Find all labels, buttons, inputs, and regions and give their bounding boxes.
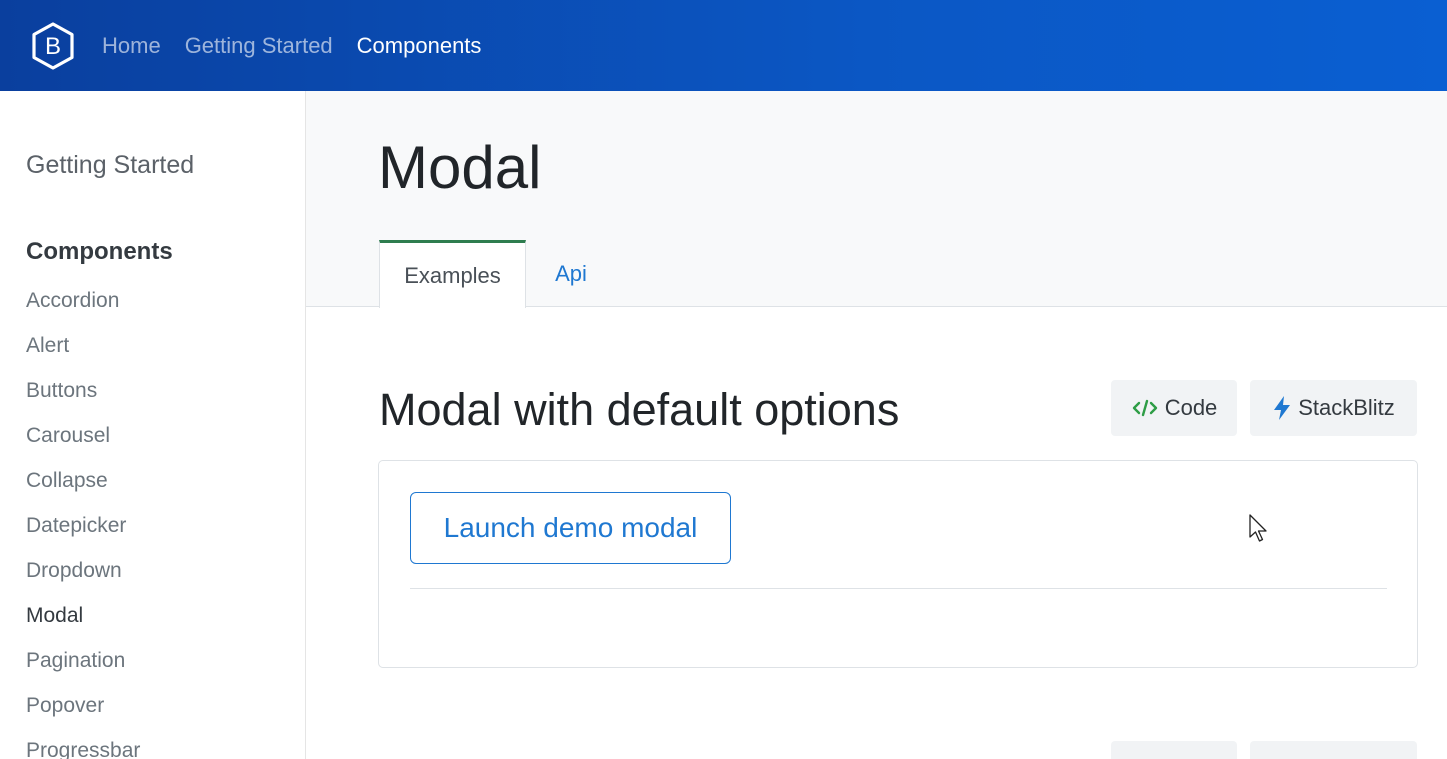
lightning-bolt-icon: [1272, 395, 1292, 421]
section-title: Modal with default options: [379, 384, 900, 435]
nav-link-home[interactable]: Home: [102, 33, 161, 59]
demo-card: Launch demo modal: [378, 460, 1418, 668]
next-section-title-partial: [379, 738, 979, 759]
sidebar-item-modal[interactable]: Modal: [26, 601, 140, 646]
page-title: Modal: [378, 134, 542, 201]
stackblitz-button-label: StackBlitz: [1298, 395, 1395, 420]
stackblitz-button[interactable]: StackBlitz: [1250, 380, 1417, 436]
card-divider: [410, 588, 1387, 589]
sidebar-list: Accordion Alert Buttons Carousel Collaps…: [26, 286, 140, 759]
launch-demo-modal-button[interactable]: Launch demo modal: [410, 492, 731, 564]
nav-link-components[interactable]: Components: [357, 33, 482, 59]
nav-link-getting-started[interactable]: Getting Started: [185, 33, 333, 59]
sidebar-item-progressbar[interactable]: Progressbar: [26, 736, 140, 759]
sidebar-item-pagination[interactable]: Pagination: [26, 646, 140, 691]
page-header: Modal Examples Api: [306, 91, 1447, 308]
code-brackets-icon: [1131, 398, 1159, 418]
tab-examples[interactable]: Examples: [379, 240, 526, 308]
sidebar-item-dropdown[interactable]: Dropdown: [26, 556, 140, 601]
sidebar-item-alert[interactable]: Alert: [26, 331, 140, 376]
svg-text:B: B: [45, 33, 61, 60]
sidebar-item-datepicker[interactable]: Datepicker: [26, 511, 140, 556]
sidebar-heading-components: Components: [26, 238, 173, 265]
sidebar-item-buttons[interactable]: Buttons: [26, 376, 140, 421]
bootstrap-logo-icon[interactable]: B: [28, 21, 78, 71]
top-navbar: B Home Getting Started Components: [0, 0, 1447, 91]
tab-api[interactable]: Api: [536, 240, 606, 308]
sidebar-item-popover[interactable]: Popover: [26, 691, 140, 736]
next-code-button-partial[interactable]: [1111, 741, 1237, 759]
sidebar-item-accordion[interactable]: Accordion: [26, 286, 140, 331]
sidebar-link-getting-started[interactable]: Getting Started: [26, 151, 194, 180]
sidebar-item-carousel[interactable]: Carousel: [26, 421, 140, 466]
code-button[interactable]: Code: [1111, 380, 1237, 436]
mouse-pointer-icon: [1249, 514, 1269, 544]
code-button-label: Code: [1164, 395, 1218, 420]
sidebar-item-collapse[interactable]: Collapse: [26, 466, 140, 511]
sidebar: Getting Started Components Accordion Ale…: [0, 91, 306, 759]
next-stackblitz-button-partial[interactable]: [1250, 741, 1417, 759]
